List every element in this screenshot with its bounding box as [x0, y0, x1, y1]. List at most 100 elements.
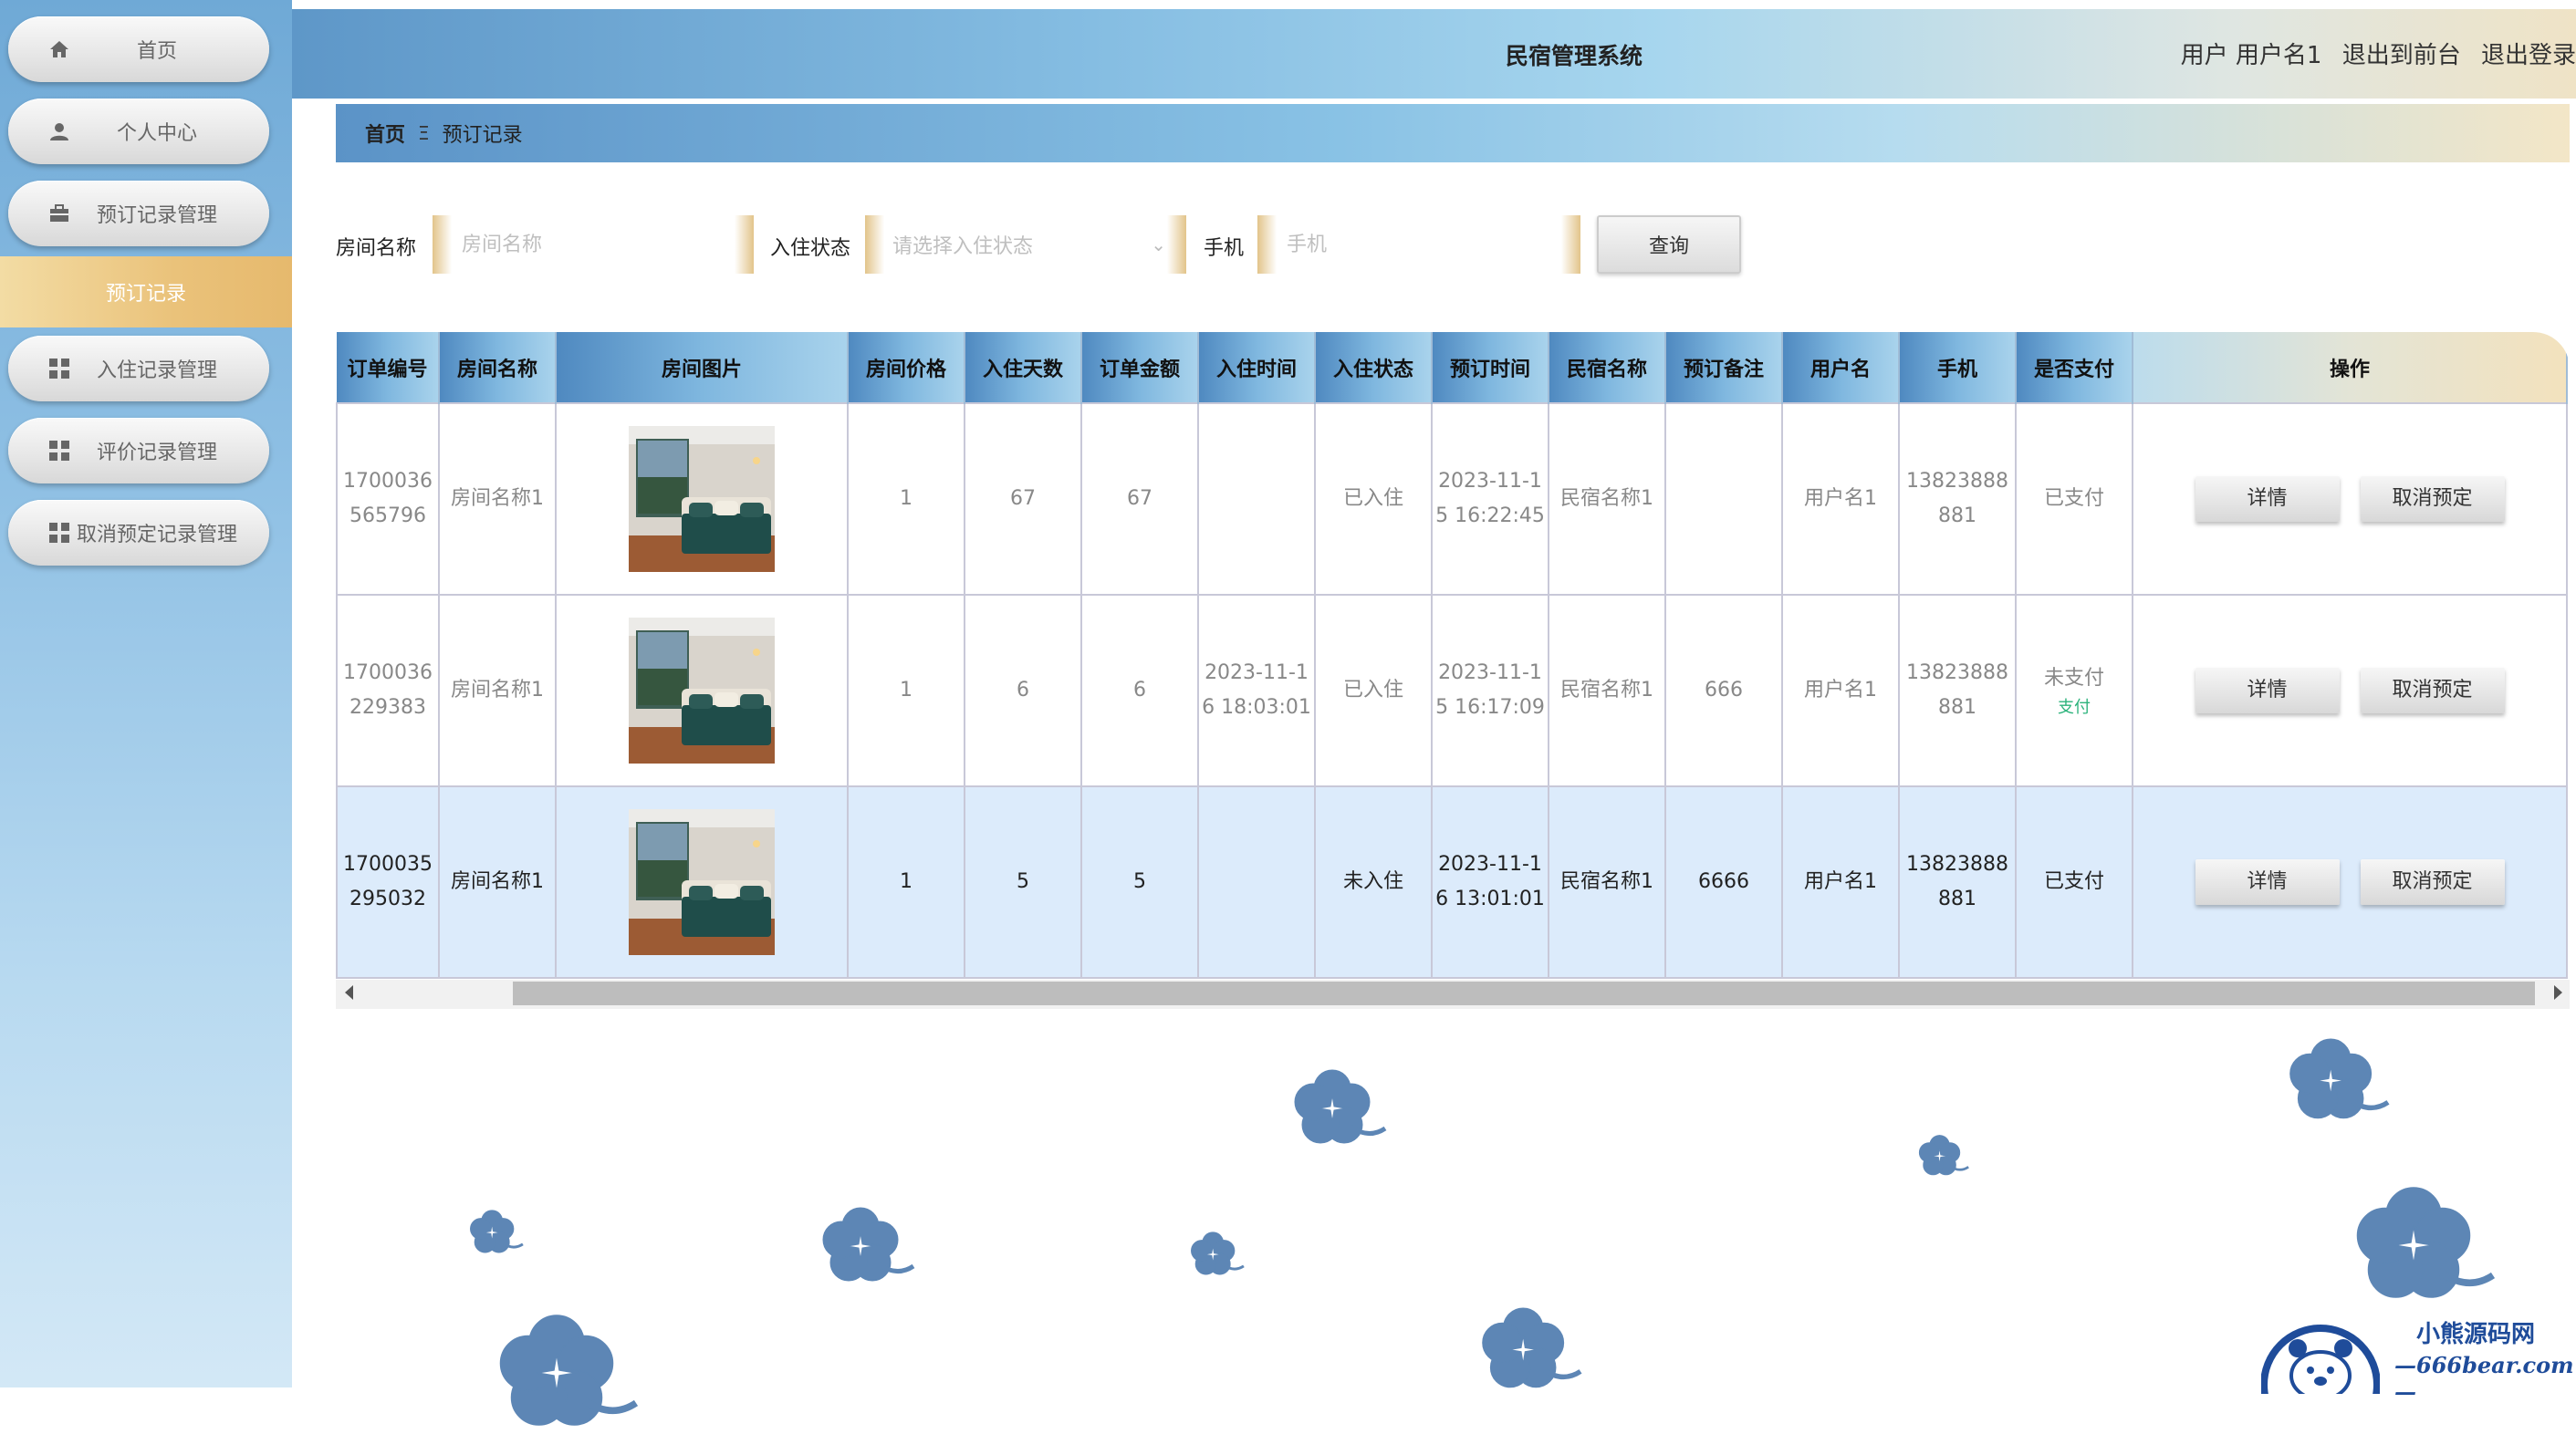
col-room-price: 房间价格: [848, 332, 965, 403]
room-photo: [629, 618, 775, 764]
col-phone: 手机: [1899, 332, 2017, 403]
logout-link[interactable]: 退出登录: [2481, 42, 2576, 69]
col-order-no: 订单编号: [337, 332, 440, 403]
phone-input[interactable]: [1257, 215, 1580, 274]
col-days: 入住天数: [965, 332, 1082, 403]
cell-amount: 6: [1080, 594, 1199, 787]
cell-paid: 未支付 支付: [2015, 594, 2133, 787]
room-name-input[interactable]: [433, 215, 754, 274]
cell-paid: 已支付: [2015, 402, 2133, 596]
cell-phone: 13823888881: [1898, 785, 2017, 979]
cell-actions: 详情 取消预定: [2132, 594, 2568, 787]
cell-room-name: 房间名称1: [438, 785, 557, 979]
cell-phone: 13823888881: [1898, 402, 2017, 596]
cell-room-name: 房间名称1: [438, 402, 557, 596]
sidebar-item-personal-center[interactable]: 个人中心: [8, 99, 269, 164]
cell-days: 6: [964, 594, 1082, 787]
sidebar: 首页 个人中心 预订记录管理 预订记录 入住记录管理 评价记录管理 取消预定记录…: [0, 0, 292, 1387]
clover-decoration-icon: [1474, 1300, 1592, 1409]
cell-status: 未入住: [1314, 785, 1433, 979]
clover-decoration-icon: [1189, 1231, 1246, 1276]
booking-table: 订单编号 房间名称 房间图片 房间价格 入住天数 订单金额 入住时间 入住状态 …: [336, 332, 2568, 979]
paid-status: 已支付: [2043, 487, 2104, 510]
sidebar-item-home[interactable]: 首页: [8, 16, 269, 82]
person-icon: [48, 120, 70, 142]
sidebar-item-checkin-management[interactable]: 入住记录管理: [8, 336, 269, 401]
booking-table-container: 订单编号 房间名称 房间图片 房间价格 入住天数 订单金额 入住时间 入住状态 …: [336, 332, 2570, 1011]
cell-homestay: 民宿名称1: [1548, 785, 1666, 979]
home-icon: [48, 38, 70, 60]
scroll-right-arrow-icon[interactable]: [2554, 985, 2562, 1000]
table-header-row: 订单编号 房间名称 房间图片 房间价格 入住天数 订单金额 入住时间 入住状态 …: [337, 332, 2568, 403]
grid-icon: [48, 522, 70, 544]
cell-booking-time: 2023-11-15 16:22:45: [1431, 402, 1549, 596]
cell-remark: 666: [1664, 594, 1783, 787]
breadcrumb-separator: Ξ: [418, 122, 430, 144]
sidebar-item-label: 个人中心: [116, 122, 197, 145]
cell-price: 1: [847, 785, 965, 979]
cancel-booking-button[interactable]: 取消预定: [2360, 668, 2505, 713]
room-photo: [629, 426, 775, 572]
sidebar-item-label: 评价记录管理: [96, 442, 217, 464]
cell-booking-time: 2023-11-16 13:01:01: [1431, 785, 1549, 979]
col-username: 用户名: [1782, 332, 1900, 403]
col-booking-time: 预订时间: [1432, 332, 1549, 403]
col-homestay-name: 民宿名称: [1549, 332, 1666, 403]
cell-days: 5: [964, 785, 1082, 979]
sidebar-item-label: 取消预定记录管理: [76, 524, 237, 546]
sidebar-item-cancel-management[interactable]: 取消预定记录管理: [8, 500, 269, 566]
sidebar-item-review-management[interactable]: 评价记录管理: [8, 418, 269, 483]
cell-order-no: 1700035295032: [336, 785, 440, 979]
pay-link[interactable]: 支付: [2018, 696, 2130, 720]
detail-button[interactable]: 详情: [2195, 476, 2340, 522]
briefcase-icon: [48, 203, 70, 224]
watermark-url: —666bear.com—: [2394, 1352, 2574, 1405]
paid-status: 已支付: [2043, 870, 2104, 893]
cell-days: 67: [964, 402, 1082, 596]
sidebar-subitem-label: 预订记录: [105, 283, 186, 306]
chevron-down-icon: ⌄: [1151, 234, 1166, 255]
clover-decoration-icon: [815, 1200, 924, 1301]
top-header: 民宿管理系统 用户 用户名1 退出到前台 退出登录: [292, 9, 2576, 99]
cell-price: 1: [847, 594, 965, 787]
cell-checkin-time: 2023-11-16 18:03:01: [1197, 594, 1316, 787]
breadcrumb-current: 预订记录: [442, 124, 523, 147]
cell-room-photo: [555, 402, 849, 596]
col-room-name: 房间名称: [439, 332, 557, 403]
horizontal-scrollbar[interactable]: [336, 980, 2570, 1009]
exit-to-front-link[interactable]: 退出到前台: [2342, 42, 2461, 69]
phone-label: 手机: [1204, 237, 1245, 260]
cell-room-photo: [555, 785, 849, 979]
query-button[interactable]: 查询: [1597, 215, 1741, 274]
room-name-label: 房间名称: [336, 237, 417, 260]
cell-username: 用户名1: [1781, 594, 1900, 787]
cell-remark: [1664, 402, 1783, 596]
cancel-booking-button[interactable]: 取消预定: [2360, 476, 2505, 522]
cell-status: 已入住: [1314, 594, 1433, 787]
cell-amount: 67: [1080, 402, 1199, 596]
detail-button[interactable]: 详情: [2195, 859, 2340, 905]
sidebar-item-booking-management[interactable]: 预订记录管理: [8, 181, 269, 246]
sidebar-subitem-booking-records[interactable]: 预订记录: [0, 256, 292, 327]
scroll-left-arrow-icon[interactable]: [345, 985, 353, 1000]
cancel-booking-button[interactable]: 取消预定: [2360, 859, 2505, 905]
detail-button[interactable]: 详情: [2195, 668, 2340, 713]
sidebar-item-label: 入住记录管理: [96, 359, 217, 382]
cell-paid: 已支付: [2015, 785, 2133, 979]
room-photo: [629, 809, 775, 955]
col-actions: 操作: [2133, 332, 2568, 403]
user-label: 用户 用户名1: [2180, 42, 2322, 69]
cell-status: 已入住: [1314, 402, 1433, 596]
sidebar-item-label: 首页: [136, 40, 177, 63]
cell-phone: 13823888881: [1898, 594, 2017, 787]
breadcrumb-home[interactable]: 首页: [365, 119, 405, 148]
checkin-status-select[interactable]: 请选择入住状态 ⌄: [865, 215, 1186, 274]
scrollbar-thumb[interactable]: [513, 982, 2535, 1005]
col-room-photo: 房间图片: [556, 332, 849, 403]
cell-homestay: 民宿名称1: [1548, 402, 1666, 596]
col-checkin-status: 入住状态: [1315, 332, 1433, 403]
col-amount: 订单金额: [1081, 332, 1199, 403]
cell-order-no: 1700036565796: [336, 402, 440, 596]
app-title: 民宿管理系统: [1505, 43, 1643, 69]
cell-actions: 详情 取消预定: [2132, 402, 2568, 596]
